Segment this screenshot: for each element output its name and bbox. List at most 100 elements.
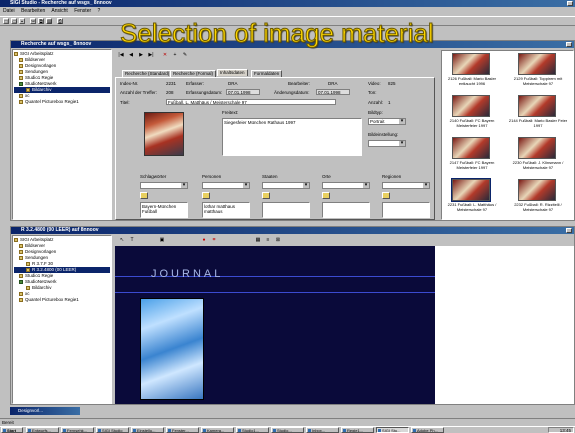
taskbar-item[interactable]: Fenster...: [166, 427, 199, 433]
overlay-title: Selection of image material: [120, 18, 435, 49]
layers-icon[interactable]: ≡: [265, 237, 271, 243]
app-icon: [168, 429, 171, 432]
last-record-icon[interactable]: ▶|: [148, 52, 154, 58]
menu-fenster[interactable]: Fenster: [74, 8, 91, 14]
design-tree: SIGI Arbeitsplatz Bildserver Designvorla…: [12, 235, 112, 404]
taskbar-item[interactable]: SIGI Studio: [96, 427, 129, 433]
menu-bearbeiten[interactable]: Bearbeiten: [21, 8, 45, 14]
taskbar-item[interactable]: Entwurfs...: [26, 427, 59, 433]
keywords-list[interactable]: Bayern-München Fußball: [140, 202, 188, 218]
open-icon[interactable]: ▭: [11, 18, 17, 25]
edit-icon[interactable]: ✎: [182, 52, 188, 58]
tree-item[interactable]: Quantel Picturebox Regie1: [14, 99, 110, 105]
next-record-icon[interactable]: ▶: [138, 52, 144, 58]
thumbnail-image[interactable]: [452, 53, 490, 75]
design-canvas[interactable]: JOURNAL: [115, 246, 435, 404]
design-window-title-bar: R 3.2.4800 (00 LEER) auf 8nnoov: [11, 227, 574, 234]
add-icon[interactable]: +: [172, 52, 178, 58]
thumbnail-image[interactable]: [452, 137, 490, 159]
thumbnail-caption: 2232 Fußball: R. Rizzitelli / Meistersch…: [514, 202, 562, 212]
app-close-button[interactable]: [567, 1, 573, 6]
taskbar-item[interactable]: Studio1...: [236, 427, 269, 433]
bildtyp-select[interactable]: Portrait: [368, 118, 406, 125]
menu-help[interactable]: ?: [98, 8, 101, 14]
app-icon: [343, 429, 346, 432]
taskbar-item[interactable]: Studio...: [271, 427, 304, 433]
tab-recherche-formal[interactable]: Recherche (Formal): [170, 70, 217, 77]
design-close-button[interactable]: [566, 228, 572, 233]
add-region-icon[interactable]: [382, 192, 390, 199]
print-icon[interactable]: ⎙: [57, 18, 63, 25]
aenderungsdatum-field[interactable]: 07.01.1998: [316, 89, 350, 95]
thumbnail-caption: 2230 Fußball: J. Klinsmann / Meisterscha…: [512, 160, 564, 170]
taskbar-item[interactable]: Adobe Ph...: [411, 427, 444, 433]
states-list[interactable]: [262, 202, 310, 218]
paste-icon[interactable]: ▤: [46, 18, 52, 25]
add-person-icon[interactable]: [202, 192, 210, 199]
minimized-window[interactable]: Designvorl...: [10, 407, 80, 415]
lock-icon[interactable]: ⊠: [275, 237, 281, 243]
record-icon[interactable]: ●: [201, 237, 207, 243]
crop-icon[interactable]: ⌗: [211, 237, 217, 243]
text-tool-icon[interactable]: T: [129, 237, 135, 243]
tree-item[interactable]: Quantel Picturebox Regie1: [14, 297, 110, 303]
research-close-button[interactable]: [566, 42, 572, 47]
personen-select[interactable]: [202, 182, 250, 189]
start-button[interactable]: Start: [1, 427, 23, 433]
design-window: R 3.2.4800 (00 LEER) auf 8nnoov SIGI Arb…: [10, 226, 575, 405]
staaten-select[interactable]: [262, 182, 310, 189]
freetext-area[interactable]: Siegesfeier München Rathaus 1997: [222, 118, 362, 156]
places-list[interactable]: [322, 202, 370, 218]
menu-datei[interactable]: Datei: [3, 8, 15, 14]
app-icon: [63, 429, 66, 432]
journal-text: JOURNAL: [151, 268, 224, 280]
taskbar-item[interactable]: Einstellu...: [131, 427, 164, 433]
taskbar-item[interactable]: Kamera...: [201, 427, 234, 433]
thumbnail-image[interactable]: [452, 95, 490, 117]
thumbnail-image[interactable]: [518, 95, 556, 117]
add-keyword-icon[interactable]: [140, 192, 148, 199]
taskbar-item-active[interactable]: SIGI Stu...: [376, 427, 409, 433]
app-icon: [273, 429, 276, 432]
app-title: SIGI Studio - Recherche auf wsgs_ 8nnoov: [10, 0, 112, 6]
regions-list[interactable]: [382, 202, 430, 218]
folder-icon: [19, 291, 23, 296]
thumbnail-caption: 2126 Fußball: Mario Basler entlaucht 199…: [447, 76, 497, 86]
schlagwoerter-select[interactable]: [140, 182, 188, 189]
copy-icon[interactable]: ⧉: [38, 18, 44, 25]
thumbnail-image-selected[interactable]: [451, 178, 491, 202]
save-icon[interactable]: ▪: [19, 18, 25, 25]
thumbnail-panel: 2126 Fußball: Mario Basler entlaucht 199…: [441, 50, 574, 220]
taskbar-item[interactable]: Fernsehk...: [61, 427, 94, 433]
erfassungsdatum-field[interactable]: 07.01.1998: [226, 89, 260, 95]
select-tool-icon[interactable]: ↖: [119, 237, 125, 243]
computer-icon: [14, 237, 18, 242]
taskbar-item[interactable]: Inbox...: [306, 427, 339, 433]
orte-select[interactable]: [322, 182, 370, 189]
thumbnail-image[interactable]: [518, 53, 556, 75]
cut-icon[interactable]: ✂: [30, 18, 36, 25]
tab-inhaltsdaten[interactable]: Inhaltsdaten: [217, 69, 248, 76]
thumbnail-image[interactable]: [518, 137, 556, 159]
first-record-icon[interactable]: |◀: [118, 52, 124, 58]
new-icon[interactable]: □: [3, 18, 9, 25]
persons-list[interactable]: lothar matthaus matthaus: [202, 202, 250, 218]
blue-image-frame[interactable]: [140, 298, 204, 400]
add-place-icon[interactable]: [322, 192, 330, 199]
grid-icon[interactable]: ▦: [255, 237, 261, 243]
research-window-title: Recherche auf wsgs_ 8nnoov: [21, 41, 92, 47]
add-state-icon[interactable]: [262, 192, 270, 199]
prev-record-icon[interactable]: ◀: [128, 52, 134, 58]
thumbnail-image[interactable]: [518, 179, 556, 201]
bildeinstellung-select[interactable]: [368, 140, 406, 147]
regionen-select[interactable]: [382, 182, 430, 189]
taskbar-item[interactable]: Regie1...: [341, 427, 374, 433]
image-tool-icon[interactable]: ▣: [159, 237, 165, 243]
folder-icon: [19, 273, 23, 278]
tab-recherche-standard[interactable]: Recherche (Standard): [122, 70, 173, 77]
title-field[interactable]: Fußball, L. Matthäus / Meisterschale 97: [166, 99, 336, 105]
delete-icon[interactable]: ✕: [162, 52, 168, 58]
menu-ansicht[interactable]: Ansicht: [51, 8, 67, 14]
network-icon: [19, 81, 23, 86]
tab-formaldaten[interactable]: Formaldaten: [251, 70, 283, 77]
